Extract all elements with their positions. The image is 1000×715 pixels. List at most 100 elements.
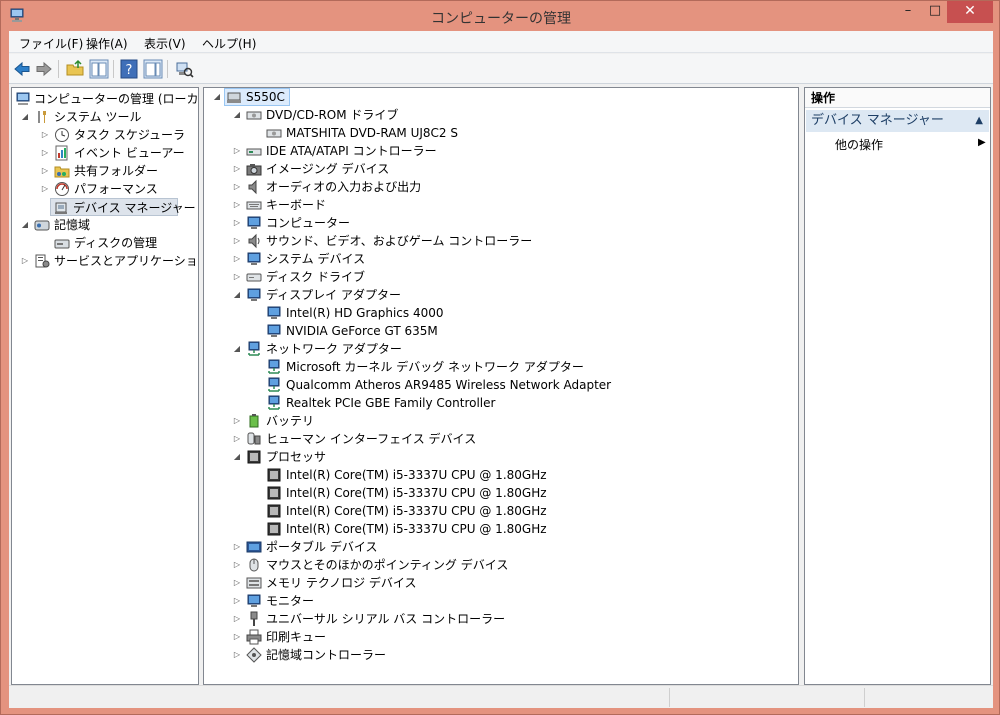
network-adapter-icon [248, 341, 260, 356]
tree-item-device-manager[interactable]: デバイス マネージャー [50, 198, 196, 216]
tree-item-performance[interactable]: ▷ パフォーマンス [14, 180, 194, 198]
device-category-disk[interactable]: ▷ ディスク ドライブ [206, 268, 796, 286]
tree-item-event-viewer[interactable]: ▷ イベント ビューアー [14, 144, 194, 162]
tree-item-services-applications[interactable]: ▷ サービスとアプリケーション [14, 252, 198, 270]
scan-hardware-icon[interactable] [174, 59, 194, 79]
device-item[interactable]: Intel(R) Core(TM) i5-3337U CPU @ 1.80GHz [206, 520, 796, 538]
collapsed-arrow-icon[interactable]: ▷ [232, 574, 242, 592]
tree-label: パフォーマンス [74, 182, 158, 196]
expanded-arrow-icon[interactable]: ◢ [232, 106, 242, 124]
device-category-monitor[interactable]: ▷ モニター [206, 592, 796, 610]
collapsed-arrow-icon[interactable]: ▷ [232, 538, 242, 556]
collapsed-arrow-icon[interactable]: ▷ [232, 142, 242, 160]
expanded-arrow-icon[interactable]: ◢ [212, 88, 222, 106]
expanded-arrow-icon[interactable]: ◢ [232, 448, 242, 466]
device-root[interactable]: ◢ S550C [206, 88, 506, 106]
device-category-mouse[interactable]: ▷ マウスとそのほかのポインティング デバイス [206, 556, 796, 574]
device-category-imaging[interactable]: ▷ イメージング デバイス [206, 160, 796, 178]
collapsed-arrow-icon[interactable]: ▷ [40, 126, 50, 144]
submenu-arrow-icon[interactable]: ▶ [978, 137, 986, 148]
device-category-sound[interactable]: ▷ サウンド、ビデオ、およびゲーム コントローラー [206, 232, 796, 250]
collapsed-arrow-icon[interactable]: ▷ [20, 252, 30, 270]
title-bar[interactable]: コンピューターの管理 – □ ✕ [1, 1, 1000, 31]
device-item[interactable]: NVIDIA GeForce GT 635M [206, 322, 796, 340]
expanded-arrow-icon[interactable]: ◢ [20, 216, 30, 234]
up-folder-icon[interactable] [65, 59, 85, 79]
device-category-usb[interactable]: ▷ ユニバーサル シリアル バス コントローラー [206, 610, 796, 628]
menu-help[interactable]: ヘルプ(H) [202, 35, 256, 52]
menu-view[interactable]: 表示(V) [144, 35, 186, 52]
device-item[interactable]: Intel(R) HD Graphics 4000 [206, 304, 796, 322]
collapsed-arrow-icon[interactable]: ▷ [232, 556, 242, 574]
device-category-storage-controllers[interactable]: ▷ 記憶域コントローラー [206, 646, 796, 664]
minimize-button[interactable]: – [894, 1, 922, 23]
collapsed-arrow-icon[interactable]: ▷ [232, 610, 242, 628]
device-label: サウンド、ビデオ、およびゲーム コントローラー [266, 234, 533, 248]
tree-item-shared-folders[interactable]: ▷ 共有フォルダー [14, 162, 194, 180]
collapsed-arrow-icon[interactable]: ▷ [232, 232, 242, 250]
tree-item-disk-management[interactable]: ディスクの管理 [14, 234, 194, 252]
device-category-system[interactable]: ▷ システム デバイス [206, 250, 796, 268]
actions-section-device-manager[interactable]: デバイス マネージャー ▲ [806, 110, 989, 132]
device-category-hid[interactable]: ▷ ヒューマン インターフェイス デバイス [206, 430, 796, 448]
tree-root[interactable]: コンピューターの管理 (ローカル) [14, 90, 198, 108]
device-item[interactable]: Intel(R) Core(TM) i5-3337U CPU @ 1.80GHz [206, 466, 796, 484]
collapsed-arrow-icon[interactable]: ▷ [232, 412, 242, 430]
collapsed-arrow-icon[interactable]: ▷ [232, 592, 242, 610]
collapsed-arrow-icon[interactable]: ▷ [232, 160, 242, 178]
device-category-memory[interactable]: ▷ メモリ テクノロジ デバイス [206, 574, 796, 592]
tree-label: ディスクの管理 [74, 236, 158, 250]
device-item[interactable]: MATSHITA DVD-RAM UJ8C2 S [206, 124, 796, 142]
tree-item-task-scheduler[interactable]: ▷ タスク スケジューラ [14, 126, 194, 144]
collapsed-arrow-icon[interactable]: ▷ [232, 250, 242, 268]
expanded-arrow-icon[interactable]: ◢ [232, 286, 242, 304]
collapsed-arrow-icon[interactable]: ▷ [40, 144, 50, 162]
show-action-pane-icon[interactable] [143, 59, 163, 79]
forward-arrow-icon[interactable] [34, 59, 54, 79]
processor-icon [267, 522, 281, 536]
other-actions-item[interactable]: 他の操作 [835, 136, 883, 153]
device-item[interactable]: Intel(R) Core(TM) i5-3337U CPU @ 1.80GHz [206, 484, 796, 502]
device-item[interactable]: Realtek PCIe GBE Family Controller [206, 394, 796, 412]
device-category-audio-io[interactable]: ▷ オーディオの入力および出力 [206, 178, 796, 196]
expanded-arrow-icon[interactable]: ◢ [232, 340, 242, 358]
device-category-network[interactable]: ◢ ネットワーク アダプター [206, 340, 796, 358]
tree-item-storage[interactable]: ◢ 記憶域 [14, 216, 194, 234]
device-category-portable[interactable]: ▷ ポータブル デバイス [206, 538, 796, 556]
collapsed-arrow-icon[interactable]: ▷ [40, 180, 50, 198]
maximize-button[interactable]: □ [921, 1, 949, 23]
device-category-keyboard[interactable]: ▷ キーボード [206, 196, 796, 214]
collapsed-arrow-icon[interactable]: ▷ [232, 430, 242, 448]
device-category-display[interactable]: ◢ ディスプレイ アダプター [206, 286, 796, 304]
collapsed-arrow-icon[interactable]: ▷ [232, 178, 242, 196]
collapsed-arrow-icon[interactable]: ▷ [40, 162, 50, 180]
show-hide-tree-icon[interactable] [89, 59, 109, 79]
device-category-processor[interactable]: ◢ プロセッサ [206, 448, 796, 466]
close-button[interactable]: ✕ [947, 1, 993, 23]
expanded-arrow-icon[interactable]: ◢ [20, 108, 30, 126]
computer-management-icon [16, 92, 30, 105]
menu-file[interactable]: ファイル(F) [19, 35, 83, 52]
menu-action[interactable]: 操作(A) [86, 35, 128, 52]
device-label: マウスとそのほかのポインティング デバイス [266, 558, 509, 572]
device-item[interactable]: Microsoft カーネル デバッグ ネットワーク アダプター [206, 358, 796, 376]
device-category-computer[interactable]: ▷ コンピューター [206, 214, 796, 232]
collapsed-arrow-icon[interactable]: ▷ [232, 214, 242, 232]
collapse-arrow-icon[interactable]: ▲ [975, 110, 983, 132]
collapsed-arrow-icon[interactable]: ▷ [232, 628, 242, 646]
collapsed-arrow-icon[interactable]: ▷ [232, 646, 242, 664]
help-icon[interactable]: ? [119, 59, 139, 79]
device-item[interactable]: Qualcomm Atheros AR9485 Wireless Network… [206, 376, 796, 394]
device-item[interactable]: Intel(R) Core(TM) i5-3337U CPU @ 1.80GHz [206, 502, 796, 520]
display-adapter-icon [267, 324, 281, 337]
device-category-battery[interactable]: ▷ バッテリ [206, 412, 796, 430]
back-arrow-icon[interactable] [12, 59, 32, 79]
device-category-dvd[interactable]: ◢ DVD/CD-ROM ドライブ [206, 106, 796, 124]
tree-item-system-tools[interactable]: ◢ システム ツール [14, 108, 194, 126]
collapsed-arrow-icon[interactable]: ▷ [232, 196, 242, 214]
network-adapter-icon [268, 359, 280, 374]
tree-label: タスク スケジューラ [74, 128, 185, 142]
device-category-print-queue[interactable]: ▷ 印刷キュー [206, 628, 796, 646]
collapsed-arrow-icon[interactable]: ▷ [232, 268, 242, 286]
device-category-ide[interactable]: ▷ IDE ATA/ATAPI コントローラー [206, 142, 796, 160]
